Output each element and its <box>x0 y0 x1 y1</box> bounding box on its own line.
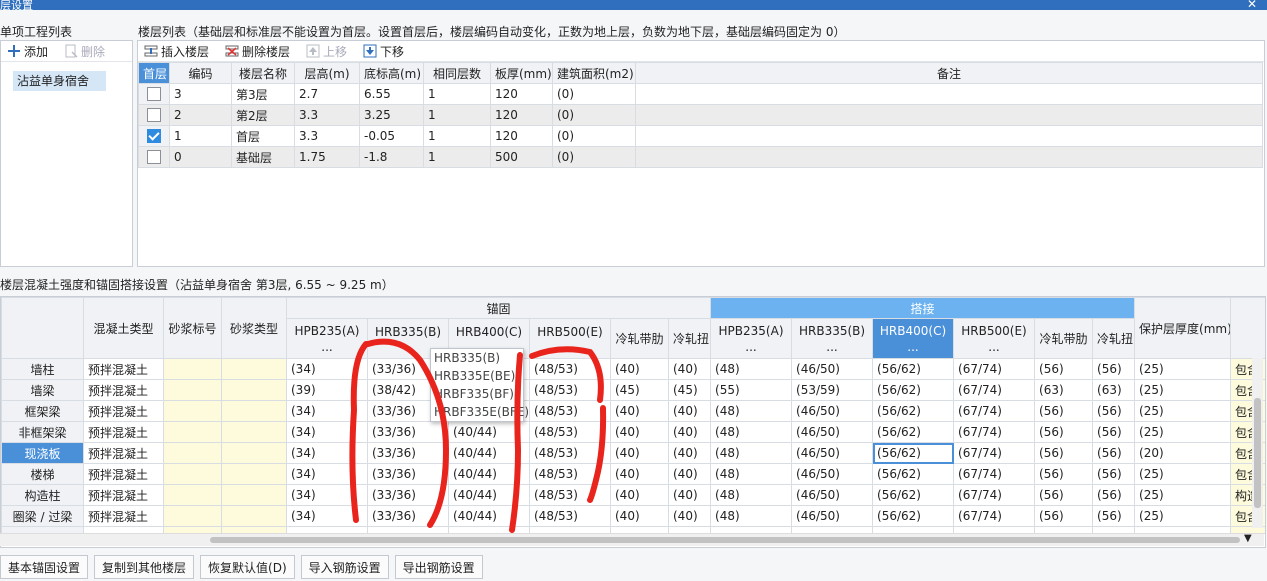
bottom-button-bar: 基本锚固设置 复制到其他楼层 恢复默认值(D) 导入钢筋设置 导出钢筋设置 <box>0 555 483 579</box>
basic-anchor-settings-button[interactable]: 基本锚固设置 <box>0 555 89 579</box>
red-annotation-overlay <box>349 338 607 533</box>
annotation-stroke-5 <box>587 405 607 503</box>
copy-to-other-floors-button[interactable]: 复制到其他楼层 <box>94 555 195 579</box>
import-rebar-settings-button[interactable]: 导入钢筋设置 <box>300 555 389 579</box>
annotation-stroke-1 <box>349 341 369 523</box>
annotation-stroke-3 <box>509 352 523 533</box>
restore-defaults-button[interactable]: 恢复默认值(D) <box>200 555 295 579</box>
export-rebar-settings-button[interactable]: 导出钢筋设置 <box>394 555 483 579</box>
annotation-stroke-4 <box>529 346 604 403</box>
annotation-stroke-2 <box>365 338 450 528</box>
